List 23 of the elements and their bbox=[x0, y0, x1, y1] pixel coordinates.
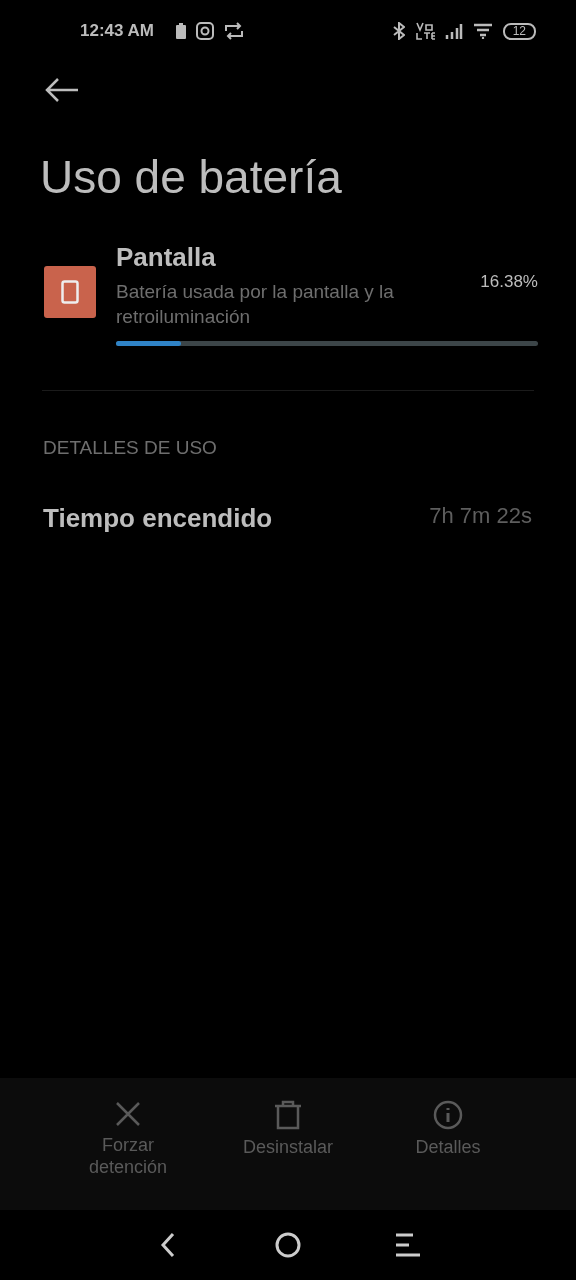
usage-percent: 16.38% bbox=[480, 272, 538, 293]
app-description: Batería usada por la pantalla y la retroiluminación bbox=[116, 280, 395, 329]
detail-value: 7h 7m 22s bbox=[429, 503, 532, 530]
info-icon bbox=[433, 1100, 463, 1130]
app-name: Pantalla bbox=[116, 242, 217, 273]
action-button[interactable]: Desinstalar bbox=[223, 1100, 353, 1158]
action-button[interactable]: Forzar detención bbox=[63, 1100, 193, 1178]
status-time: 12:43 AM bbox=[80, 21, 154, 41]
close-icon bbox=[114, 1100, 142, 1128]
tablet-icon bbox=[44, 266, 96, 318]
battery-icon bbox=[176, 23, 186, 39]
page-title: Uso de batería bbox=[40, 150, 343, 204]
section-header: DETALLES DE USO bbox=[43, 437, 218, 459]
camera-icon bbox=[196, 22, 214, 40]
battery-level: 12 bbox=[502, 22, 536, 40]
sync-icon bbox=[224, 22, 244, 40]
trash-icon bbox=[273, 1100, 303, 1130]
signal-icon bbox=[444, 23, 463, 39]
action-button[interactable]: Detalles bbox=[383, 1100, 513, 1158]
detail-label: Tiempo encendido bbox=[43, 503, 273, 534]
bluetooth-icon bbox=[392, 22, 405, 40]
volte-icon bbox=[414, 22, 435, 40]
wifi-icon bbox=[472, 23, 493, 39]
